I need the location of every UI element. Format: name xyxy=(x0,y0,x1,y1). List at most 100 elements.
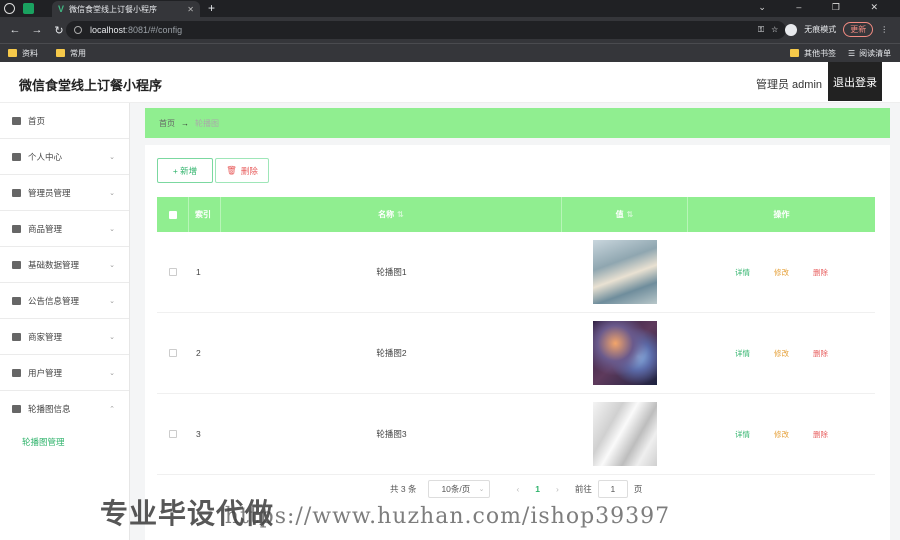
header-index: 索引 xyxy=(189,197,221,232)
row-check-cell xyxy=(157,394,189,474)
bookmark-folder-1[interactable]: 资料 xyxy=(8,48,38,59)
breadcrumb-home[interactable]: 首页 xyxy=(159,118,175,129)
chevron-down-icon: ⌄ xyxy=(109,333,115,341)
edit-button[interactable]: 修改 xyxy=(774,348,789,359)
sidebar-item-carousel[interactable]: 轮播图信息 ⌃ xyxy=(0,391,129,427)
current-user-label: 管理员 admin xyxy=(756,79,823,91)
chevron-up-icon: ⌃ xyxy=(109,406,115,413)
detail-button[interactable]: 详情 xyxy=(735,267,750,278)
tab-title: 微信食堂线上订餐小程序 xyxy=(69,4,158,14)
row-checkbox[interactable] xyxy=(169,268,177,276)
add-button[interactable]: + 新增 xyxy=(157,158,213,183)
notice-icon xyxy=(12,296,21,305)
folder-icon xyxy=(8,49,17,57)
logout-button[interactable]: 退出登录 xyxy=(828,62,882,101)
row-check-cell xyxy=(157,232,189,312)
site-info-icon[interactable] xyxy=(74,26,82,34)
row-checkbox[interactable] xyxy=(169,430,177,438)
reading-list-icon: ☰ xyxy=(848,48,856,58)
window-controls[interactable]: ⌄ – ❐ ✕ xyxy=(758,2,892,13)
sort-icon[interactable]: ⇅ xyxy=(397,210,404,219)
bookmark-folder-2[interactable]: 常用 xyxy=(56,48,86,59)
row-delete-button[interactable]: 删除 xyxy=(813,429,828,440)
sheet-tab-icon[interactable] xyxy=(23,3,34,14)
row-image-cell xyxy=(562,394,688,474)
sidebar-item-notice[interactable]: 公告信息管理 ⌄ xyxy=(0,283,129,319)
sidebar-subitem-carousel-manage[interactable]: 轮播图管理 xyxy=(0,427,129,457)
carousel-thumbnail[interactable] xyxy=(593,402,657,466)
detail-button[interactable]: 详情 xyxy=(735,348,750,359)
incognito-icon[interactable] xyxy=(785,23,798,36)
reload-icon[interactable]: ↻ xyxy=(52,24,66,37)
data-icon xyxy=(12,260,21,269)
sidebar-item-profile[interactable]: 个人中心 ⌄ xyxy=(0,139,129,175)
address-bar-row: ← → ↻ localhost :8081/#/config ⚿ ☆ 无痕模式 … xyxy=(0,17,900,43)
url-input[interactable]: localhost :8081/#/config xyxy=(66,21,786,39)
row-name: 轮播图3 xyxy=(376,429,407,439)
url-host: localhost xyxy=(90,25,126,35)
star-icon[interactable]: ☆ xyxy=(771,25,778,34)
url-path: :8081/#/config xyxy=(125,25,183,35)
close-tab-icon[interactable]: ✕ xyxy=(187,5,194,14)
sidebar-item-basedata[interactable]: 基础数据管理 ⌄ xyxy=(0,247,129,283)
row-delete-button[interactable]: 删除 xyxy=(813,267,828,278)
chevron-down-icon: ⌄ xyxy=(109,153,115,161)
row-checkbox[interactable] xyxy=(169,349,177,357)
browser-tab-active[interactable]: V 微信食堂线上订餐小程序 ✕ xyxy=(52,1,200,17)
edit-button[interactable]: 修改 xyxy=(774,267,789,278)
delete-button[interactable]: 🗑 删除 xyxy=(215,158,269,183)
sidebar-item-shops[interactable]: 商家管理 ⌄ xyxy=(0,319,129,355)
reading-list[interactable]: ☰ 阅读清单 xyxy=(848,48,891,59)
row-index: 1 xyxy=(196,267,201,277)
breadcrumb: 首页 → 轮播图 xyxy=(145,108,890,138)
bookmarks-bar: 资料 常用 其他书签 ☰ 阅读清单 xyxy=(0,43,900,62)
table-header: 索引 名称 ⇅ 值 ⇅ 操作 xyxy=(157,197,875,232)
update-button[interactable]: 更新 xyxy=(843,22,874,37)
carousel-thumbnail[interactable] xyxy=(593,240,657,304)
forward-icon[interactable]: → xyxy=(30,24,44,36)
shop-icon xyxy=(12,332,21,341)
incognito-label: 无痕模式 xyxy=(804,25,837,34)
user-icon xyxy=(12,152,21,161)
browser-toolbar-right: ⚿ ☆ 无痕模式 更新 ⋮ xyxy=(758,22,888,37)
row-image-cell xyxy=(562,313,688,393)
app-header: 微信食堂线上订餐小程序 管理员 admin 退出登录 xyxy=(0,62,900,103)
menu-dots-icon[interactable]: ⋮ xyxy=(880,25,888,34)
sidebar-item-admins[interactable]: 管理员管理 ⌄ xyxy=(0,175,129,211)
row-check-cell xyxy=(157,313,189,393)
header-value[interactable]: 值 ⇅ xyxy=(562,197,688,232)
vue-logo-icon: V xyxy=(58,4,65,14)
select-all-cell xyxy=(157,197,189,232)
sidebar-item-home[interactable]: 首页 xyxy=(0,103,129,139)
chevron-down-icon: ⌄ xyxy=(109,369,115,377)
row-name: 轮播图1 xyxy=(376,267,407,277)
goods-icon xyxy=(12,224,21,233)
edit-button[interactable]: 修改 xyxy=(774,429,789,440)
sidebar-item-goods[interactable]: 商品管理 ⌄ xyxy=(0,211,129,247)
select-all-checkbox[interactable] xyxy=(168,210,177,219)
carousel-thumbnail[interactable] xyxy=(593,321,657,385)
header-name[interactable]: 名称 ⇅ xyxy=(221,197,562,232)
home-icon xyxy=(12,116,21,125)
row-delete-button[interactable]: 删除 xyxy=(813,348,828,359)
chevron-down-icon: ⌄ xyxy=(109,225,115,233)
chevron-down-icon: ⌄ xyxy=(109,261,115,269)
key-icon[interactable]: ⚿ xyxy=(758,25,764,35)
row-name: 轮播图2 xyxy=(376,348,407,358)
row-index: 3 xyxy=(196,429,201,439)
folder-icon xyxy=(56,49,65,57)
new-tab-icon[interactable]: + xyxy=(208,1,215,15)
sidebar-item-users[interactable]: 用户管理 ⌄ xyxy=(0,355,129,391)
table-row: 2 轮播图2 详情 修改 删除 xyxy=(157,313,875,394)
bookmark-other[interactable]: 其他书签 xyxy=(790,48,836,59)
globe-icon[interactable] xyxy=(4,3,15,14)
detail-button[interactable]: 详情 xyxy=(735,429,750,440)
watermark-url: https://www.huzhan.com/ishop39397 xyxy=(224,504,671,529)
chevron-down-icon: ⌄ xyxy=(109,297,115,305)
chevron-down-icon: ⌄ xyxy=(109,189,115,197)
breadcrumb-separator: → xyxy=(181,118,189,128)
carousel-icon xyxy=(12,405,21,413)
sort-icon[interactable]: ⇅ xyxy=(627,210,634,219)
back-icon[interactable]: ← xyxy=(8,24,22,36)
row-actions: 详情 修改 删除 xyxy=(688,394,875,474)
